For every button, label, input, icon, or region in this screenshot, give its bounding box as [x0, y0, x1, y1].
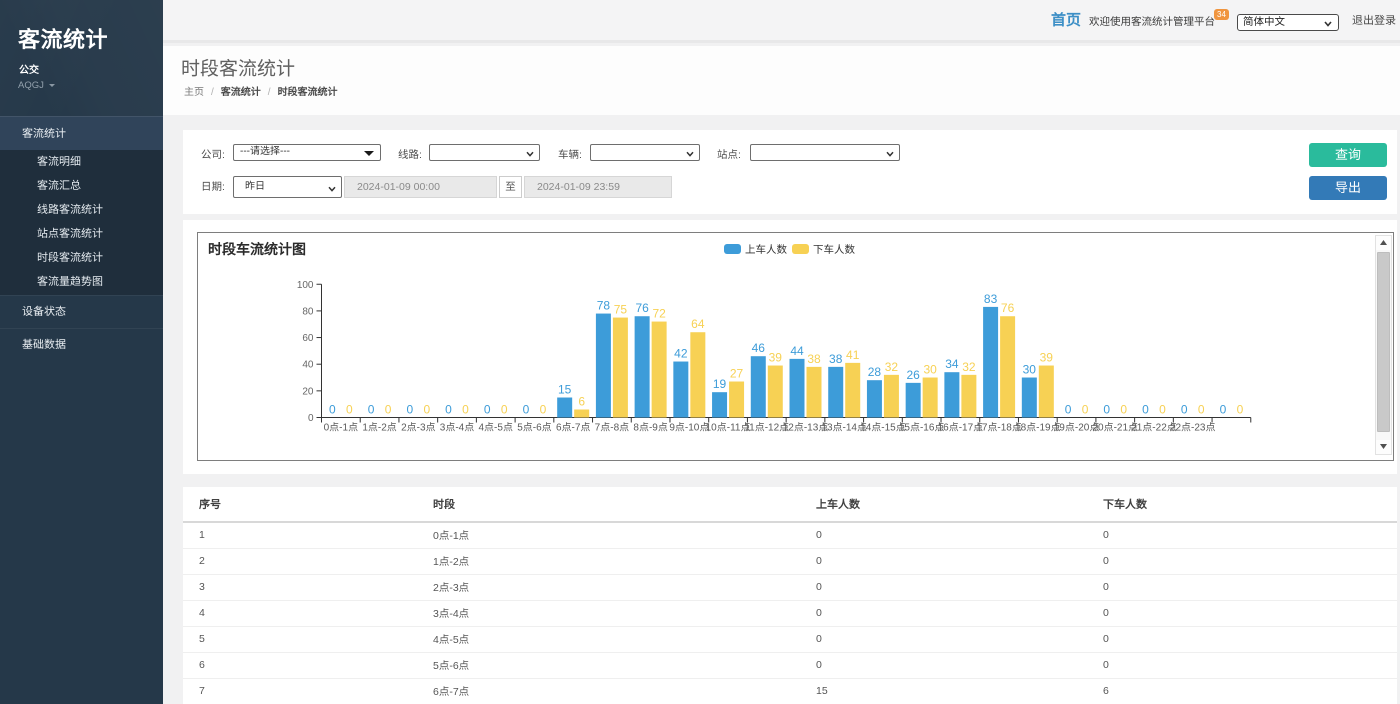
svg-text:0: 0	[501, 403, 508, 417]
svg-text:28: 28	[868, 365, 882, 379]
svg-text:0: 0	[523, 403, 530, 417]
svg-text:39: 39	[1040, 351, 1054, 365]
svg-text:3点-4点: 3点-4点	[440, 422, 474, 434]
svg-text:64: 64	[691, 317, 705, 331]
svg-text:39: 39	[769, 351, 783, 365]
svg-text:6: 6	[578, 395, 585, 409]
svg-text:100: 100	[297, 280, 314, 291]
svg-text:19: 19	[713, 377, 727, 391]
svg-text:0: 0	[1120, 403, 1127, 417]
svg-text:46: 46	[752, 341, 766, 355]
svg-text:41: 41	[846, 348, 860, 362]
svg-text:2点-3点: 2点-3点	[401, 422, 435, 434]
svg-text:1点-2点: 1点-2点	[362, 422, 396, 434]
svg-text:0: 0	[368, 403, 375, 417]
svg-text:0: 0	[1159, 403, 1166, 417]
svg-text:38: 38	[807, 352, 821, 366]
svg-text:0: 0	[540, 403, 547, 417]
svg-text:0: 0	[406, 403, 413, 417]
svg-text:22点-23点: 22点-23点	[1170, 422, 1216, 434]
svg-text:32: 32	[885, 360, 899, 374]
svg-text:4点-5点: 4点-5点	[479, 422, 513, 434]
svg-text:0点-1点: 0点-1点	[324, 422, 358, 434]
svg-text:7点-8点: 7点-8点	[595, 422, 629, 434]
svg-text:27: 27	[730, 367, 744, 381]
svg-text:0: 0	[1181, 403, 1188, 417]
svg-text:26: 26	[906, 368, 920, 382]
svg-text:38: 38	[829, 352, 843, 366]
svg-text:9点-10点: 9点-10点	[669, 422, 709, 434]
svg-text:0: 0	[1142, 403, 1149, 417]
svg-text:0: 0	[1065, 403, 1072, 417]
svg-text:0: 0	[1103, 403, 1110, 417]
svg-text:72: 72	[652, 307, 666, 321]
svg-text:44: 44	[790, 344, 804, 358]
svg-text:42: 42	[674, 347, 688, 361]
svg-text:76: 76	[635, 301, 649, 315]
svg-text:32: 32	[962, 360, 976, 374]
svg-text:0: 0	[1220, 403, 1227, 417]
svg-text:0: 0	[462, 403, 469, 417]
svg-text:78: 78	[597, 299, 611, 313]
svg-text:6点-7点: 6点-7点	[556, 422, 590, 434]
svg-text:0: 0	[423, 403, 430, 417]
svg-text:0: 0	[308, 413, 314, 424]
svg-text:0: 0	[445, 403, 452, 417]
svg-text:75: 75	[614, 303, 628, 317]
svg-text:30: 30	[923, 363, 937, 377]
svg-text:76: 76	[1001, 301, 1015, 315]
svg-text:0: 0	[1198, 403, 1205, 417]
svg-text:15: 15	[558, 383, 572, 397]
svg-text:8点-9点: 8点-9点	[633, 422, 667, 434]
svg-text:40: 40	[302, 360, 314, 371]
svg-text:0: 0	[329, 403, 336, 417]
svg-text:60: 60	[302, 333, 314, 344]
svg-text:0: 0	[1082, 403, 1089, 417]
svg-text:5点-6点: 5点-6点	[517, 422, 551, 434]
svg-text:83: 83	[984, 292, 998, 306]
svg-text:0: 0	[484, 403, 491, 417]
svg-text:0: 0	[385, 403, 392, 417]
svg-text:80: 80	[302, 306, 314, 317]
svg-text:0: 0	[1237, 403, 1244, 417]
svg-text:0: 0	[346, 403, 353, 417]
svg-text:34: 34	[945, 357, 959, 371]
svg-text:30: 30	[1023, 363, 1037, 377]
svg-text:20: 20	[302, 386, 314, 397]
